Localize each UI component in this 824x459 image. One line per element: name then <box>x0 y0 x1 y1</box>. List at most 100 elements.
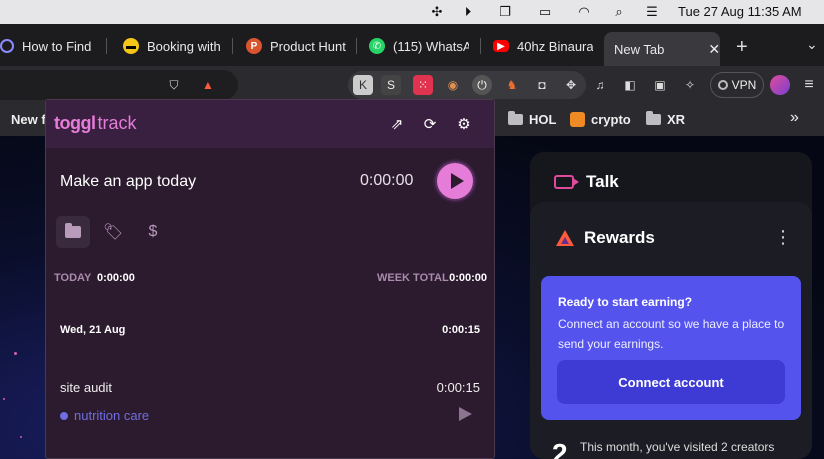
bookmark-label: crypto <box>591 112 631 127</box>
tab-label: How to Find <box>22 38 92 54</box>
search-icon[interactable]: ⌕ <box>610 3 628 21</box>
window-icon[interactable]: ❐ <box>496 3 514 21</box>
tab-booking[interactable]: ▬ Booking with <box>123 32 223 60</box>
tab-whatsapp[interactable]: ✆ (115) WhatsA <box>369 32 469 60</box>
tag-button[interactable]: 🏷︎ <box>96 216 130 248</box>
extension-owl-icon[interactable]: ◉ <box>443 75 463 95</box>
toggl-header: toggl track ⇗ ⟳ ⚙ <box>46 100 494 148</box>
macos-menubar: ✣ ⏵ ❐ ▭ ◠ ⌕ ☰ Tue 27 Aug 11:35 AM <box>0 0 824 24</box>
folder-icon <box>65 223 81 238</box>
settings-gear-icon[interactable]: ⚙ <box>454 114 474 134</box>
bookmark-folder-xr[interactable]: XR <box>646 111 686 127</box>
tab-product-hunt[interactable]: P Product Hunt <box>246 32 348 60</box>
talk-widget[interactable]: Talk <box>554 172 619 192</box>
earn-description: Connect an account so we have a place to… <box>558 317 785 351</box>
tab-label: Product Hunt <box>270 38 346 54</box>
producthunt-icon: P <box>246 38 262 54</box>
sync-icon[interactable]: ⟳ <box>420 114 440 134</box>
more-options-icon[interactable]: ⋮ <box>774 228 792 246</box>
leo-ai-icon[interactable]: ✧ <box>680 75 700 95</box>
close-tab-icon[interactable]: ✕ <box>708 41 720 58</box>
visited-text: This month, you've visited 2 creators <box>580 440 775 454</box>
project-color-dot <box>60 411 68 420</box>
entry-project: nutrition care <box>60 408 149 423</box>
toggl-logo: toggl track <box>54 113 137 134</box>
bookmark-folder-hol[interactable]: HOL <box>508 111 557 127</box>
tab-how-to-find[interactable]: How to Find <box>0 32 92 60</box>
menubar-clock[interactable]: Tue 27 Aug 11:35 AM <box>678 4 802 19</box>
bookmarks-overflow-icon[interactable]: » <box>790 109 799 127</box>
extension-fox-icon[interactable]: ♞ <box>502 75 522 95</box>
widget-panel: Talk Rewards ⋮ Ready to start earning? C… <box>530 152 812 459</box>
vpn-label: VPN <box>731 78 757 92</box>
dollar-icon: $ <box>148 223 158 240</box>
whatsapp-icon: ✆ <box>369 38 385 54</box>
toggl-extension-icon[interactable]: ⏻ <box>472 75 492 95</box>
continue-entry-play-icon[interactable] <box>459 407 472 421</box>
timer-entry-row: 0:00:00 <box>46 148 494 218</box>
tag-icon: 🏷︎ <box>102 224 124 241</box>
timer-display: 0:00:00 <box>360 172 414 189</box>
vpn-status-icon <box>717 80 728 90</box>
tab-label: New Tab <box>614 41 665 57</box>
start-timer-button[interactable] <box>435 161 475 201</box>
talk-label: Talk <box>586 172 619 191</box>
toggl-popup: toggltrack ⇗ ⟳ ⚙ 0:00:00 🏷︎ $ TODAY 0:00… <box>45 99 495 459</box>
extension-camera-icon[interactable]: ◘ <box>532 75 552 95</box>
media-music-icon[interactable]: ♫ <box>590 75 610 95</box>
folder-icon <box>508 111 523 125</box>
connect-account-button[interactable]: Connect account <box>557 360 785 404</box>
extension-dice-icon[interactable]: ⁙ <box>413 75 433 95</box>
extension-k-icon[interactable]: K <box>353 75 373 95</box>
profile-avatar[interactable] <box>770 75 790 95</box>
crypto-app-icon <box>570 112 585 127</box>
figma-icon[interactable]: ✣ <box>428 3 446 21</box>
bookmark-crypto[interactable]: crypto <box>570 112 631 127</box>
wifi-icon[interactable]: ◠ <box>575 3 593 21</box>
time-entry-row[interactable]: site audit 0:00:15 nutrition care <box>46 376 494 436</box>
entry-duration: 0:00:15 <box>436 380 480 395</box>
logo-toggl: toggl <box>54 113 96 133</box>
tab-youtube[interactable]: ▶ 40hz Binaura <box>493 32 593 60</box>
billable-button[interactable]: $ <box>136 216 170 248</box>
tab-list-chevron-icon[interactable]: ⌄ <box>806 36 818 53</box>
vpn-button[interactable]: VPN <box>710 72 764 98</box>
bat-logo-icon <box>556 230 574 246</box>
folder-icon <box>646 111 661 125</box>
bookmark-label: HOL <box>529 112 557 127</box>
day-total: 0:00:15 <box>442 324 480 336</box>
rewards-card: Rewards ⋮ Ready to start earning? Connec… <box>530 202 812 459</box>
open-external-icon[interactable]: ⇗ <box>387 114 407 134</box>
bookmark-label: XR <box>667 112 686 127</box>
description-input[interactable] <box>60 170 340 194</box>
sidebar-toggle-icon[interactable]: ◧ <box>620 75 640 95</box>
video-camera-icon <box>554 175 579 189</box>
control-center-icon[interactable]: ☰ <box>643 3 661 21</box>
bookmark-label: New f <box>11 112 46 127</box>
extensions-puzzle-icon[interactable]: ✥ <box>561 75 581 95</box>
brave-shields-icon[interactable]: ⛉ <box>164 75 184 95</box>
time-summary: TODAY 0:00:00 WEEK TOTAL 0:00:00 <box>46 272 494 292</box>
today-label: TODAY <box>54 272 92 284</box>
brave-rewards-icon[interactable]: ▲ <box>198 75 218 95</box>
wallet-icon[interactable]: ▣ <box>650 75 670 95</box>
play-icon <box>450 173 464 189</box>
tab-label: 40hz Binaura <box>517 38 593 54</box>
week-total-value: 0:00:00 <box>449 272 487 284</box>
extension-s-icon[interactable]: S <box>381 75 401 95</box>
battery-icon[interactable]: ▭ <box>532 3 558 21</box>
bookmark-folder-new[interactable]: New f <box>11 112 46 127</box>
tab-label: (115) WhatsA <box>393 38 469 54</box>
menu-icon[interactable]: ≡ <box>799 75 819 95</box>
tab-label: Booking with <box>147 38 221 54</box>
week-total-label: WEEK TOTAL <box>377 272 449 284</box>
project-folder-button[interactable] <box>56 216 90 248</box>
today-value: 0:00:00 <box>97 272 135 284</box>
new-tab-plus-icon[interactable]: + <box>736 36 748 59</box>
tab-new-tab[interactable]: New Tab ✕ <box>604 32 720 66</box>
star-decoration <box>20 436 22 438</box>
visited-count: 2 <box>552 438 568 459</box>
play-circle-icon[interactable]: ⏵ <box>459 3 477 21</box>
entry-description: site audit <box>60 380 113 395</box>
rewards-title: Rewards <box>584 228 655 247</box>
